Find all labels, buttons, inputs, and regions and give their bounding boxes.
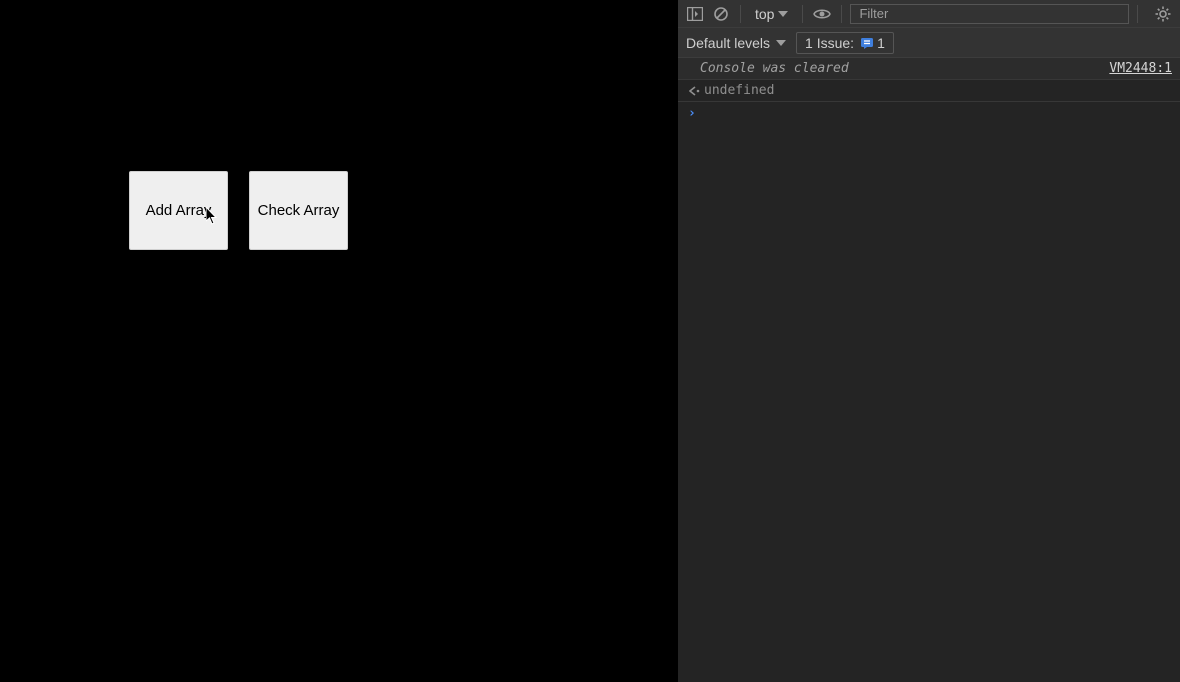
console-prompt-input[interactable] (706, 106, 1172, 121)
console-message-return: undefined (678, 80, 1180, 102)
toolbar-divider (802, 5, 803, 23)
prompt-chevron-icon: › (688, 106, 702, 121)
clear-icon (713, 6, 729, 22)
eye-icon (813, 8, 831, 20)
context-label: top (755, 6, 774, 22)
return-arrow-icon (688, 86, 702, 96)
console-prompt-row: › (678, 102, 1180, 125)
sidebar-toggle-icon (687, 7, 703, 21)
console-toolbar-primary: top (678, 0, 1180, 28)
chevron-down-icon (778, 11, 788, 17)
live-expression-button[interactable] (811, 3, 833, 25)
toolbar-divider (740, 5, 741, 23)
console-toolbar-secondary: Default levels 1 Issue: 1 (678, 28, 1180, 58)
toolbar-divider (1137, 5, 1138, 23)
issues-label: 1 Issue: (805, 35, 854, 51)
chevron-down-icon (776, 40, 786, 46)
toggle-console-sidebar-button[interactable] (684, 3, 706, 25)
issues-count: 1 (877, 35, 885, 51)
console-settings-button[interactable] (1152, 3, 1174, 25)
devtools-console-panel: top (678, 0, 1180, 682)
console-filter-input[interactable] (850, 4, 1129, 24)
console-message-list: Console was cleared VM2448:1 undefined › (678, 58, 1180, 682)
toolbar-divider (841, 5, 842, 23)
log-levels-selector[interactable]: Default levels (686, 35, 786, 51)
console-message-cleared: Console was cleared VM2448:1 (678, 58, 1180, 80)
gear-icon (1155, 6, 1171, 22)
levels-label: Default levels (686, 35, 770, 51)
clear-console-button[interactable] (710, 3, 732, 25)
execution-context-selector[interactable]: top (749, 3, 794, 25)
web-page-viewport: Add Array Check Array (0, 0, 678, 682)
issues-button[interactable]: 1 Issue: 1 (796, 32, 894, 54)
message-source-link[interactable]: VM2448:1 (1109, 61, 1172, 76)
message-text: Console was cleared (688, 61, 849, 76)
return-value-text: undefined (704, 83, 774, 98)
issue-icon (860, 37, 874, 49)
check-array-button[interactable]: Check Array (249, 171, 348, 250)
add-array-button[interactable]: Add Array (129, 171, 228, 250)
